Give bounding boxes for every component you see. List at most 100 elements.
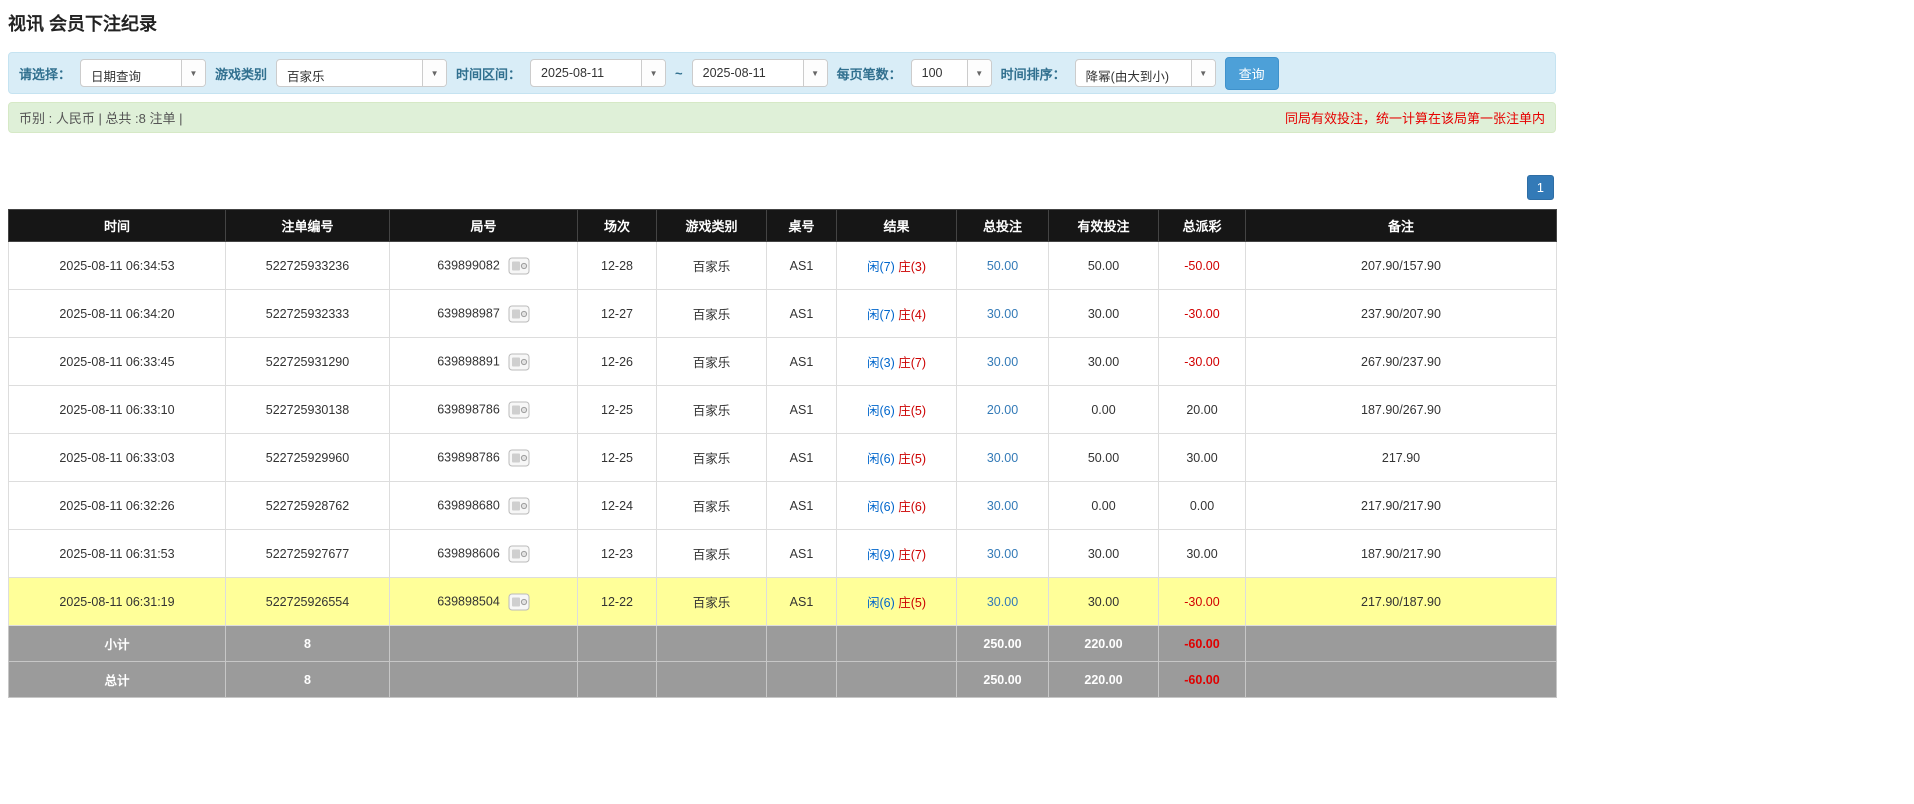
- header-valid-bet: 有效投注: [1049, 210, 1159, 242]
- cell-total-bet[interactable]: 30.00: [957, 290, 1049, 338]
- cell-total-bet[interactable]: 30.00: [957, 530, 1049, 578]
- round-replay-icon[interactable]: [508, 257, 530, 275]
- result-player: 闲(7): [867, 260, 895, 274]
- cell-total-bet[interactable]: 30.00: [957, 482, 1049, 530]
- cell-total-bet[interactable]: 20.00: [957, 386, 1049, 434]
- summary-empty-cell: [657, 626, 767, 662]
- cell-result: 闲(6) 庄(5): [837, 578, 957, 626]
- round-id-text: 639898987: [437, 306, 500, 320]
- round-replay-icon[interactable]: [508, 353, 530, 371]
- date-to-select[interactable]: 2025-08-11 ▼: [692, 59, 828, 87]
- header-round-id: 局号: [390, 210, 578, 242]
- summary-bar: 币别 : 人民币 | 总共 :8 注单 | 同局有效投注，统一计算在该局第一张注…: [8, 102, 1556, 133]
- round-id-text: 639898891: [437, 354, 500, 368]
- cell-table-no: AS1: [767, 434, 837, 482]
- cell-remark: 237.90/207.90: [1246, 290, 1557, 338]
- result-banker: 庄(7): [898, 548, 926, 562]
- summary-empty-cell: [767, 626, 837, 662]
- header-bet-id: 注单编号: [226, 210, 390, 242]
- cell-valid-bet: 30.00: [1049, 338, 1159, 386]
- cell-bet-id: 522725933236: [226, 242, 390, 290]
- cell-total-bet[interactable]: 30.00: [957, 338, 1049, 386]
- search-button[interactable]: 查询: [1225, 57, 1279, 90]
- result-banker: 庄(5): [898, 404, 926, 418]
- table-row: 2025-08-11 06:33:03 522725929960 6398987…: [9, 434, 1557, 482]
- sort-order-select[interactable]: 降幂(由大到小) ▼: [1075, 59, 1216, 87]
- cell-payout: -50.00: [1159, 242, 1246, 290]
- result-player: 闲(6): [867, 452, 895, 466]
- cell-session: 12-24: [578, 482, 657, 530]
- cell-round-id: 639899082: [390, 242, 578, 290]
- header-time: 时间: [9, 210, 226, 242]
- result-banker: 庄(4): [898, 308, 926, 322]
- chevron-down-icon[interactable]: ▼: [1191, 60, 1215, 86]
- cell-valid-bet: 50.00: [1049, 434, 1159, 482]
- round-replay-icon[interactable]: [508, 401, 530, 419]
- table-row: 2025-08-11 06:34:53 522725933236 6398990…: [9, 242, 1557, 290]
- round-replay-icon[interactable]: [508, 593, 530, 611]
- table-row: 2025-08-11 06:33:45 522725931290 6398988…: [9, 338, 1557, 386]
- cell-total-bet[interactable]: 30.00: [957, 578, 1049, 626]
- chevron-down-icon[interactable]: ▼: [181, 60, 205, 86]
- chevron-down-icon[interactable]: ▼: [422, 60, 446, 86]
- cell-remark: 217.90: [1246, 434, 1557, 482]
- cell-round-id: 639898680: [390, 482, 578, 530]
- summary-empty-cell: [837, 662, 957, 698]
- result-banker: 庄(5): [898, 452, 926, 466]
- cell-total-bet[interactable]: 30.00: [957, 434, 1049, 482]
- result-banker: 庄(6): [898, 500, 926, 514]
- cell-bet-id: 522725926554: [226, 578, 390, 626]
- round-replay-icon[interactable]: [508, 497, 530, 515]
- page-size-select[interactable]: 100 ▼: [911, 59, 992, 87]
- query-type-label: 请选择：: [19, 64, 71, 83]
- cell-result: 闲(9) 庄(7): [837, 530, 957, 578]
- cell-table-no: AS1: [767, 386, 837, 434]
- round-replay-icon[interactable]: [508, 449, 530, 467]
- page: 视讯 会员下注纪录 请选择： 日期查询 ▼ 游戏类别 百家乐 ▼ 时间区间： 2…: [0, 0, 1914, 706]
- cell-total-bet[interactable]: 50.00: [957, 242, 1049, 290]
- header-total-bet: 总投注: [957, 210, 1049, 242]
- table-row: 2025-08-11 06:32:26 522725928762 6398986…: [9, 482, 1557, 530]
- cell-game-type: 百家乐: [657, 242, 767, 290]
- cell-remark: 187.90/217.90: [1246, 530, 1557, 578]
- cell-remark: 207.90/157.90: [1246, 242, 1557, 290]
- result-player: 闲(6): [867, 404, 895, 418]
- summary-row: 总计 8 250.00 220.00 -60.00: [9, 662, 1557, 698]
- chevron-down-icon[interactable]: ▼: [641, 60, 665, 86]
- cell-game-type: 百家乐: [657, 578, 767, 626]
- summary-count: 8: [226, 626, 390, 662]
- cell-valid-bet: 30.00: [1049, 290, 1159, 338]
- date-from-select[interactable]: 2025-08-11 ▼: [530, 59, 666, 87]
- cell-table-no: AS1: [767, 530, 837, 578]
- cell-round-id: 639898606: [390, 530, 578, 578]
- round-id-text: 639898680: [437, 498, 500, 512]
- summary-payout: -60.00: [1159, 626, 1246, 662]
- cell-result: 闲(3) 庄(7): [837, 338, 957, 386]
- cell-valid-bet: 30.00: [1049, 530, 1159, 578]
- query-type-select[interactable]: 日期查询 ▼: [80, 59, 206, 87]
- chevron-down-icon[interactable]: ▼: [967, 60, 991, 86]
- table-row: 2025-08-11 06:31:19 522725926554 6398985…: [9, 578, 1557, 626]
- result-player: 闲(3): [867, 356, 895, 370]
- cell-result: 闲(7) 庄(4): [837, 290, 957, 338]
- round-id-text: 639898606: [437, 546, 500, 560]
- summary-empty-cell: [837, 626, 957, 662]
- page-size-label: 每页笔数：: [837, 64, 902, 83]
- round-replay-icon[interactable]: [508, 305, 530, 323]
- cell-payout: 30.00: [1159, 434, 1246, 482]
- cell-table-no: AS1: [767, 290, 837, 338]
- currency-summary-text: 币别 : 人民币 | 总共 :8 注单 |: [19, 108, 183, 127]
- cell-time: 2025-08-11 06:31:19: [9, 578, 226, 626]
- chevron-down-icon[interactable]: ▼: [803, 60, 827, 86]
- sort-order-label: 时间排序：: [1001, 64, 1066, 83]
- notice-text: 同局有效投注，统一计算在该局第一张注单内: [1285, 108, 1545, 127]
- table-row: 2025-08-11 06:33:10 522725930138 6398987…: [9, 386, 1557, 434]
- summary-empty-cell: [578, 662, 657, 698]
- round-replay-icon[interactable]: [508, 545, 530, 563]
- page-number-button[interactable]: 1: [1527, 175, 1554, 200]
- cell-time: 2025-08-11 06:33:03: [9, 434, 226, 482]
- game-type-select[interactable]: 百家乐 ▼: [276, 59, 447, 87]
- cell-table-no: AS1: [767, 482, 837, 530]
- cell-session: 12-28: [578, 242, 657, 290]
- result-player: 闲(9): [867, 548, 895, 562]
